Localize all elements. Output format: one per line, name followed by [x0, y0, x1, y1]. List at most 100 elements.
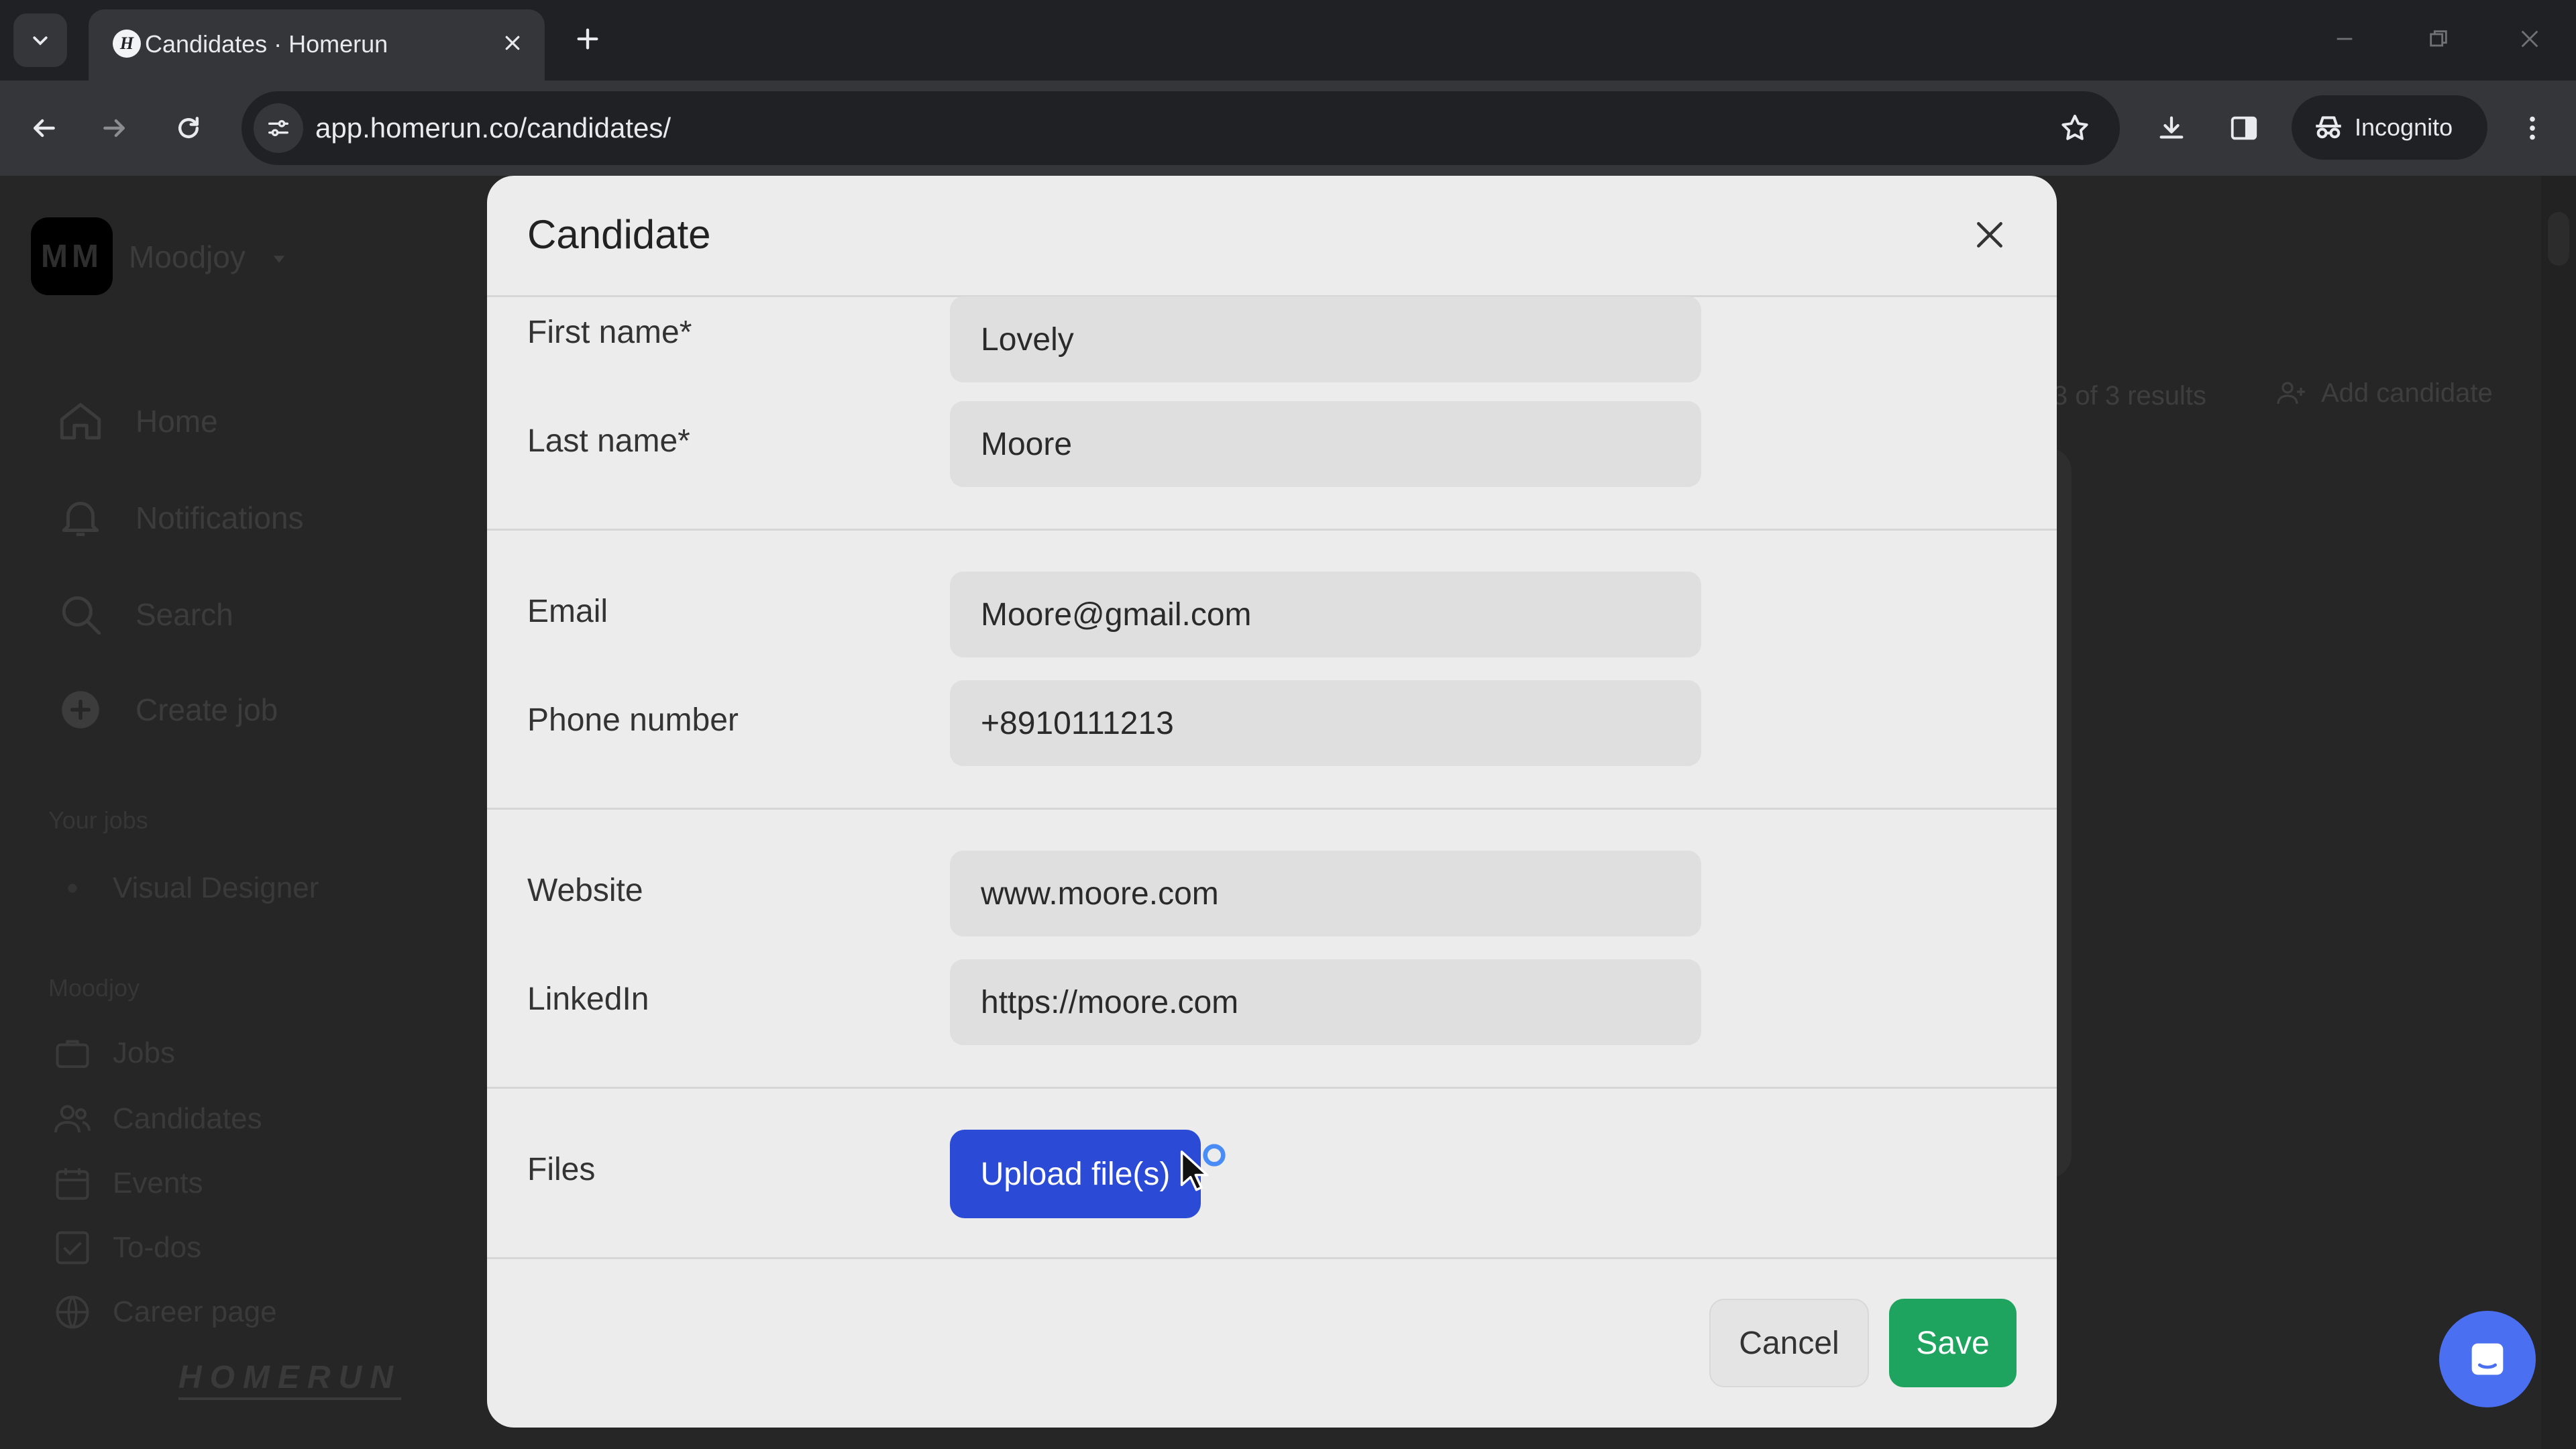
site-info-button[interactable]: [254, 103, 303, 153]
phone-label: Phone number: [527, 702, 739, 738]
phone-field[interactable]: [950, 680, 1701, 766]
plus-circle-icon: [54, 683, 107, 737]
homerun-favicon-icon: H: [113, 30, 141, 58]
back-button[interactable]: [20, 105, 67, 152]
scrollbar-thumb[interactable]: [2548, 212, 2569, 266]
nav-candidates[interactable]: Candidates: [51, 1097, 262, 1140]
chat-icon: [2471, 1343, 2504, 1375]
add-candidate-button[interactable]: Add candidate: [2275, 377, 2493, 409]
close-window-button[interactable]: [2506, 19, 2553, 59]
linkedin-field[interactable]: [950, 959, 1701, 1045]
download-icon: [2159, 116, 2184, 139]
restore-window-button[interactable]: [2415, 19, 2462, 59]
nav-home[interactable]: Home: [54, 394, 218, 448]
address-bar[interactable]: app.homerun.co/candidates/: [241, 91, 2120, 165]
nav-candidates-label: Candidates: [113, 1102, 262, 1135]
add-candidate-label: Add candidate: [2321, 378, 2493, 408]
tab-search-button[interactable]: [13, 13, 67, 67]
footer-divider: [487, 1257, 2057, 1259]
section-divider: [487, 808, 2057, 810]
restore-icon: [2430, 30, 2447, 47]
first-name-label: First name*: [527, 315, 692, 350]
first-name-input[interactable]: [950, 297, 1701, 382]
url-text[interactable]: app.homerun.co/candidates/: [315, 110, 671, 146]
more-vertical-icon: [2530, 116, 2535, 140]
modal-close-button[interactable]: [1970, 215, 2010, 255]
nav-jobs[interactable]: Jobs: [51, 1032, 175, 1075]
close-icon: [1977, 222, 2002, 248]
job-item-label: Visual Designer: [113, 871, 319, 904]
workspace-name[interactable]: Moodjoy: [129, 239, 246, 275]
modal-title: Candidate: [527, 212, 711, 257]
star-icon: [2061, 115, 2088, 140]
minimize-icon: [2337, 38, 2353, 40]
caret-down-icon: [273, 256, 285, 263]
chat-launcher-button[interactable]: [2439, 1311, 2536, 1407]
website-field[interactable]: [950, 851, 1701, 936]
nav-todos-label: To-dos: [113, 1231, 202, 1264]
workspace-avatar[interactable]: MM: [31, 217, 113, 295]
nav-notifications[interactable]: Notifications: [54, 491, 304, 545]
side-panel-button[interactable]: [2220, 105, 2267, 152]
bookmark-button[interactable]: [2054, 107, 2096, 149]
email-label: Email: [527, 594, 608, 629]
briefcase-icon: [51, 1032, 94, 1075]
files-label: Files: [527, 1152, 596, 1187]
downloads-button[interactable]: [2148, 105, 2195, 152]
browser-tab-bar: H Candidates · Homerun: [0, 0, 2576, 80]
nav-notifications-label: Notifications: [136, 500, 304, 535]
checkbox-icon: [51, 1226, 94, 1269]
section-divider: [487, 1087, 2057, 1089]
new-tab-button[interactable]: [568, 19, 608, 59]
plus-icon: [577, 28, 598, 50]
calendar-icon: [51, 1162, 94, 1205]
nav-jobs-label: Jobs: [113, 1036, 175, 1069]
incognito-label: Incognito: [2355, 113, 2453, 141]
arrow-left-icon: [33, 119, 55, 138]
results-count: 3 of 3 results: [2053, 381, 2207, 411]
dot-icon: [51, 867, 94, 910]
company-section-label[interactable]: Moodjoy: [48, 974, 140, 1002]
nav-create-job[interactable]: Create job: [54, 683, 278, 737]
nav-search[interactable]: Search: [54, 588, 233, 641]
section-divider: [487, 529, 2057, 531]
last-name-label: Last name*: [527, 423, 690, 459]
browser-menu-button[interactable]: [2509, 105, 2556, 152]
tune-icon: [268, 120, 288, 137]
search-icon: [54, 588, 107, 641]
close-icon: [2521, 30, 2538, 48]
bell-icon: [54, 491, 107, 545]
nav-career-page[interactable]: Career page: [51, 1291, 277, 1334]
browser-toolbar: app.homerun.co/candidates/ Incognito: [0, 80, 2576, 176]
nav-career-page-label: Career page: [113, 1295, 277, 1328]
globe-icon: [51, 1291, 94, 1334]
minimize-window-button[interactable]: [2321, 19, 2368, 59]
email-field[interactable]: [950, 572, 1701, 657]
incognito-icon: [2316, 116, 2341, 139]
mouse-cursor-icon: [1180, 1150, 1209, 1191]
website-label: Website: [527, 873, 643, 908]
arrow-right-icon: [103, 119, 125, 138]
homerun-logo: HOMERUN: [178, 1359, 401, 1400]
nav-todos[interactable]: To-dos: [51, 1226, 201, 1269]
upload-files-button[interactable]: Upload file(s): [950, 1130, 1201, 1218]
linkedin-label: LinkedIn: [527, 981, 649, 1017]
nav-events[interactable]: Events: [51, 1162, 203, 1205]
nav-home-label: Home: [136, 404, 218, 439]
tab-title: Candidates · Homerun: [145, 30, 388, 58]
your-jobs-section-label[interactable]: Your jobs: [48, 806, 148, 835]
last-name-input[interactable]: [950, 401, 1701, 487]
incognito-indicator[interactable]: Incognito: [2292, 95, 2487, 160]
page-scrollbar[interactable]: [2541, 176, 2576, 1449]
nav-events-label: Events: [113, 1167, 203, 1199]
job-item-visual-designer[interactable]: Visual Designer: [51, 867, 319, 910]
browser-tab[interactable]: H Candidates · Homerun: [89, 9, 545, 80]
cancel-button[interactable]: Cancel: [1709, 1299, 1869, 1387]
reload-button[interactable]: [165, 105, 212, 152]
forward-button[interactable]: [91, 105, 138, 152]
tab-close-button[interactable]: [498, 28, 527, 58]
close-icon: [505, 36, 520, 50]
save-button[interactable]: Save: [1889, 1299, 2017, 1387]
reload-icon: [178, 117, 199, 139]
users-icon: [51, 1097, 94, 1140]
